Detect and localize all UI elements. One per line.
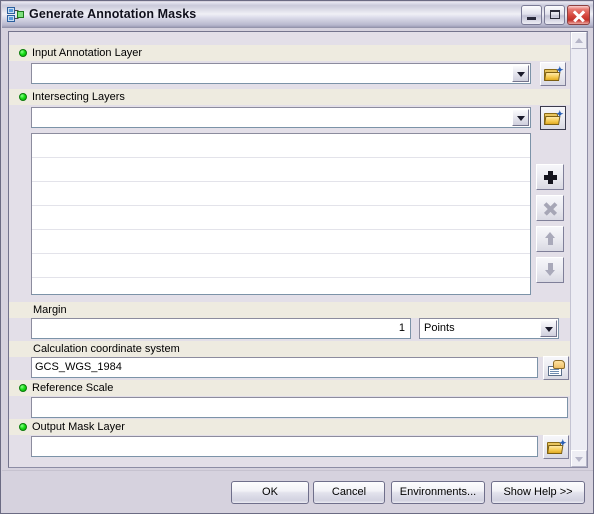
- close-button[interactable]: [567, 4, 590, 25]
- required-indicator-icon: [19, 384, 27, 392]
- required-indicator-icon: [19, 49, 27, 57]
- parameters-scrollbar[interactable]: [570, 32, 587, 467]
- intersecting-layers-browse-button[interactable]: ✦: [540, 106, 566, 130]
- folder-open-icon: ✦: [547, 439, 567, 455]
- margin-units-value: Points: [424, 322, 455, 334]
- label-row-output-mask-layer: Output Mask Layer: [9, 419, 570, 435]
- reference-scale-input[interactable]: [31, 397, 568, 418]
- required-indicator-icon: [19, 93, 27, 101]
- list-item[interactable]: [32, 206, 530, 230]
- chevron-up-icon: [575, 37, 583, 43]
- dialog-button-bar: OK Cancel Environments... Show Help >>: [2, 470, 593, 513]
- intersecting-layers-combobox[interactable]: [31, 107, 531, 128]
- label-row-intersecting-layers: Intersecting Layers: [9, 89, 570, 105]
- maximize-button[interactable]: [544, 4, 565, 25]
- folder-open-icon: ✦: [544, 66, 564, 82]
- label-output-mask-layer: Output Mask Layer: [32, 421, 125, 433]
- label-input-annotation-layer: Input Annotation Layer: [32, 47, 143, 59]
- title-bar[interactable]: Generate Annotation Masks: [2, 2, 593, 28]
- label-calculation-coordinate-system: Calculation coordinate system: [33, 343, 180, 355]
- input-annotation-layer-browse-button[interactable]: ✦: [540, 62, 566, 86]
- environments-button[interactable]: Environments...: [391, 481, 485, 504]
- label-row-calculation-coordinate-system: Calculation coordinate system: [9, 341, 570, 357]
- list-item[interactable]: [32, 158, 530, 182]
- margin-input[interactable]: 1: [31, 318, 411, 339]
- calculation-coordinate-system-browse-button[interactable]: [543, 356, 569, 380]
- geoprocessing-tool-icon: [7, 6, 25, 23]
- margin-units-combobox[interactable]: Points: [419, 318, 559, 339]
- chevron-down-icon[interactable]: [512, 109, 529, 126]
- required-indicator-icon: [19, 423, 27, 431]
- spatial-reference-icon: [548, 360, 565, 376]
- label-row-margin: Margin: [9, 302, 570, 318]
- calculation-coordinate-system-input[interactable]: GCS_WGS_1984: [31, 357, 538, 378]
- chevron-down-icon[interactable]: [512, 65, 529, 82]
- scroll-up-button[interactable]: [571, 32, 587, 49]
- generate-annotation-masks-dialog: Generate Annotation Masks Input Annotati…: [0, 0, 594, 514]
- list-item[interactable]: [32, 254, 530, 278]
- show-help-button[interactable]: Show Help >>: [491, 481, 585, 504]
- cancel-button[interactable]: Cancel: [313, 481, 385, 504]
- list-item[interactable]: [32, 134, 530, 158]
- add-layer-button[interactable]: [536, 164, 564, 190]
- parameters-scroll-pane: Input Annotation Layer ✦ Intersecting La…: [8, 31, 588, 468]
- output-mask-layer-input[interactable]: [31, 436, 538, 457]
- plus-icon: [544, 171, 557, 184]
- folder-open-icon: ✦: [544, 110, 564, 126]
- move-layer-down-button[interactable]: [536, 257, 564, 283]
- label-intersecting-layers: Intersecting Layers: [32, 91, 125, 103]
- input-annotation-layer-combobox[interactable]: [31, 63, 531, 84]
- parameters-panel: Input Annotation Layer ✦ Intersecting La…: [9, 32, 570, 467]
- label-row-reference-scale: Reference Scale: [9, 380, 570, 396]
- chevron-down-icon: [575, 456, 583, 462]
- label-margin: Margin: [33, 304, 67, 316]
- list-item[interactable]: [32, 230, 530, 254]
- window-controls: [521, 4, 592, 25]
- dialog-client-area: Input Annotation Layer ✦ Intersecting La…: [2, 28, 593, 513]
- close-x-icon: [543, 202, 558, 216]
- list-item[interactable]: [32, 278, 530, 294]
- output-mask-layer-browse-button[interactable]: ✦: [543, 435, 569, 459]
- ok-button[interactable]: OK: [231, 481, 309, 504]
- move-layer-up-button[interactable]: [536, 226, 564, 252]
- remove-layer-button[interactable]: [536, 195, 564, 221]
- arrow-up-icon: [545, 232, 556, 245]
- window-title: Generate Annotation Masks: [29, 7, 197, 21]
- label-reference-scale: Reference Scale: [32, 382, 114, 394]
- minimize-button[interactable]: [521, 4, 542, 25]
- chevron-down-icon[interactable]: [540, 320, 557, 337]
- scrollbar-track[interactable]: [571, 49, 587, 450]
- scroll-down-button[interactable]: [571, 450, 587, 467]
- arrow-down-icon: [545, 263, 556, 276]
- label-row-input-annotation-layer: Input Annotation Layer: [9, 45, 570, 61]
- list-item[interactable]: [32, 182, 530, 206]
- button-bar-divider: [2, 470, 593, 471]
- intersecting-layers-list[interactable]: [31, 133, 531, 295]
